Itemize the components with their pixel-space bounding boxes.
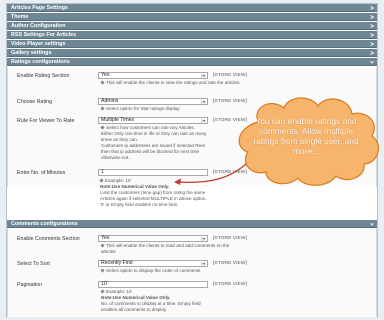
select-value: Admins <box>101 98 119 104</box>
section-gallery-settings[interactable]: Gallery settings <box>7 49 377 57</box>
section-title: Theme <box>11 14 29 20</box>
scope-label: [STORE VIEW] <box>213 261 247 266</box>
field-note: This will enable the clients to read and… <box>100 243 230 254</box>
row-enable-comments: Enable Comments Section Yes [STORE VIEW]… <box>8 235 378 254</box>
section-rss-settings[interactable]: RSS Settings For Articles <box>7 31 377 39</box>
expand-icon <box>370 15 374 19</box>
field-note: Select option for Star ratings display <box>100 106 241 112</box>
sort-select[interactable]: Recently First <box>98 260 208 267</box>
bullet-icon <box>100 106 105 111</box>
field-label: Select To Sort <box>17 261 50 267</box>
scope-label: [STORE VIEW] <box>213 282 247 287</box>
expand-icon <box>370 24 374 28</box>
section-title: Video Player settings <box>11 41 66 47</box>
input-value: 10 <box>101 281 107 287</box>
section-video-player-settings[interactable]: Video Player settings <box>7 40 377 48</box>
field-note: Select how customers can rate any Articl… <box>100 125 207 160</box>
section-ratings-configurations[interactable]: Ratings configurations <box>7 58 377 66</box>
field-note: Select option to display the order of co… <box>100 268 241 274</box>
section-title: Ratings configurations <box>11 59 70 65</box>
row-enable-rating: Enable Rating Section Yes [STORE VIEW] T… <box>8 72 378 88</box>
bullet-icon <box>100 289 105 294</box>
select-value: Multiple Times <box>101 117 135 123</box>
field-label: Pagination <box>17 282 43 288</box>
pointer-arrow <box>174 163 247 185</box>
choose-rating-select[interactable]: Admins <box>98 98 208 105</box>
arrowhead-icon <box>174 178 181 185</box>
enable-rating-select[interactable]: Yes <box>98 72 208 79</box>
expand-icon <box>370 51 374 55</box>
chevron-down-icon <box>201 74 206 78</box>
field-label: Enable Rating Section <box>17 73 70 79</box>
field-label: Enable Comments Section <box>17 236 80 242</box>
select-value: Yes <box>101 72 110 78</box>
expand-icon <box>370 33 374 37</box>
scope-label: [STORE VIEW] <box>213 73 247 78</box>
select-value: Recently First <box>101 260 133 266</box>
field-label: Enter No. of Minutes <box>17 170 66 176</box>
callout-text: You can enable ratings and comments. All… <box>253 116 359 156</box>
input-value: 1 <box>101 169 104 175</box>
bullet-icon <box>100 243 105 248</box>
enable-comments-select[interactable]: Yes <box>98 235 208 242</box>
bullet-icon <box>100 125 105 130</box>
expand-icon <box>370 6 374 10</box>
section-theme[interactable]: Theme <box>7 13 377 21</box>
section-title: Comments configurations <box>11 221 78 227</box>
chevron-down-icon <box>201 262 206 266</box>
pagination-input[interactable]: 10 <box>98 281 208 288</box>
field-label: Choose Rating <box>17 99 53 105</box>
chevron-down-icon <box>201 100 206 104</box>
expand-icon <box>370 42 374 46</box>
bullet-icon <box>100 268 105 273</box>
bullet-icon <box>100 80 105 85</box>
section-articles-page-settings[interactable]: Articles Page Settings <box>7 4 377 12</box>
field-note: This will enable the clients to view the… <box>100 80 241 86</box>
section-title: Author Configuration <box>11 23 66 29</box>
section-title: RSS Settings For Articles <box>11 32 77 38</box>
collapse-icon <box>370 60 374 64</box>
row-pagination: Pagination 10 [STORE VIEW] Example: 10 N… <box>8 281 378 315</box>
comments-body: Enable Comments Section Yes [STORE VIEW]… <box>7 229 377 317</box>
chevron-down-icon <box>201 237 206 241</box>
section-author-configuration[interactable]: Author Configuration <box>7 22 377 30</box>
bullet-icon <box>99 178 104 183</box>
field-label: Rule For Viewer To Rate <box>17 118 75 124</box>
chevron-down-icon <box>201 119 206 123</box>
section-title: Articles Page Settings <box>11 5 68 11</box>
scope-label: [STORE VIEW] <box>213 236 247 241</box>
field-note: Example: 10 Note:Use Numerical Value Onl… <box>100 289 201 312</box>
rule-select[interactable]: Multiple Times <box>98 117 208 124</box>
section-comments-configurations[interactable]: Comments configurations <box>7 220 377 228</box>
section-title: Gallery settings <box>11 50 52 56</box>
collapse-icon <box>370 222 374 226</box>
select-value: Yes <box>101 235 110 241</box>
row-sort: Select To Sort Recently First [STORE VIE… <box>8 260 378 274</box>
